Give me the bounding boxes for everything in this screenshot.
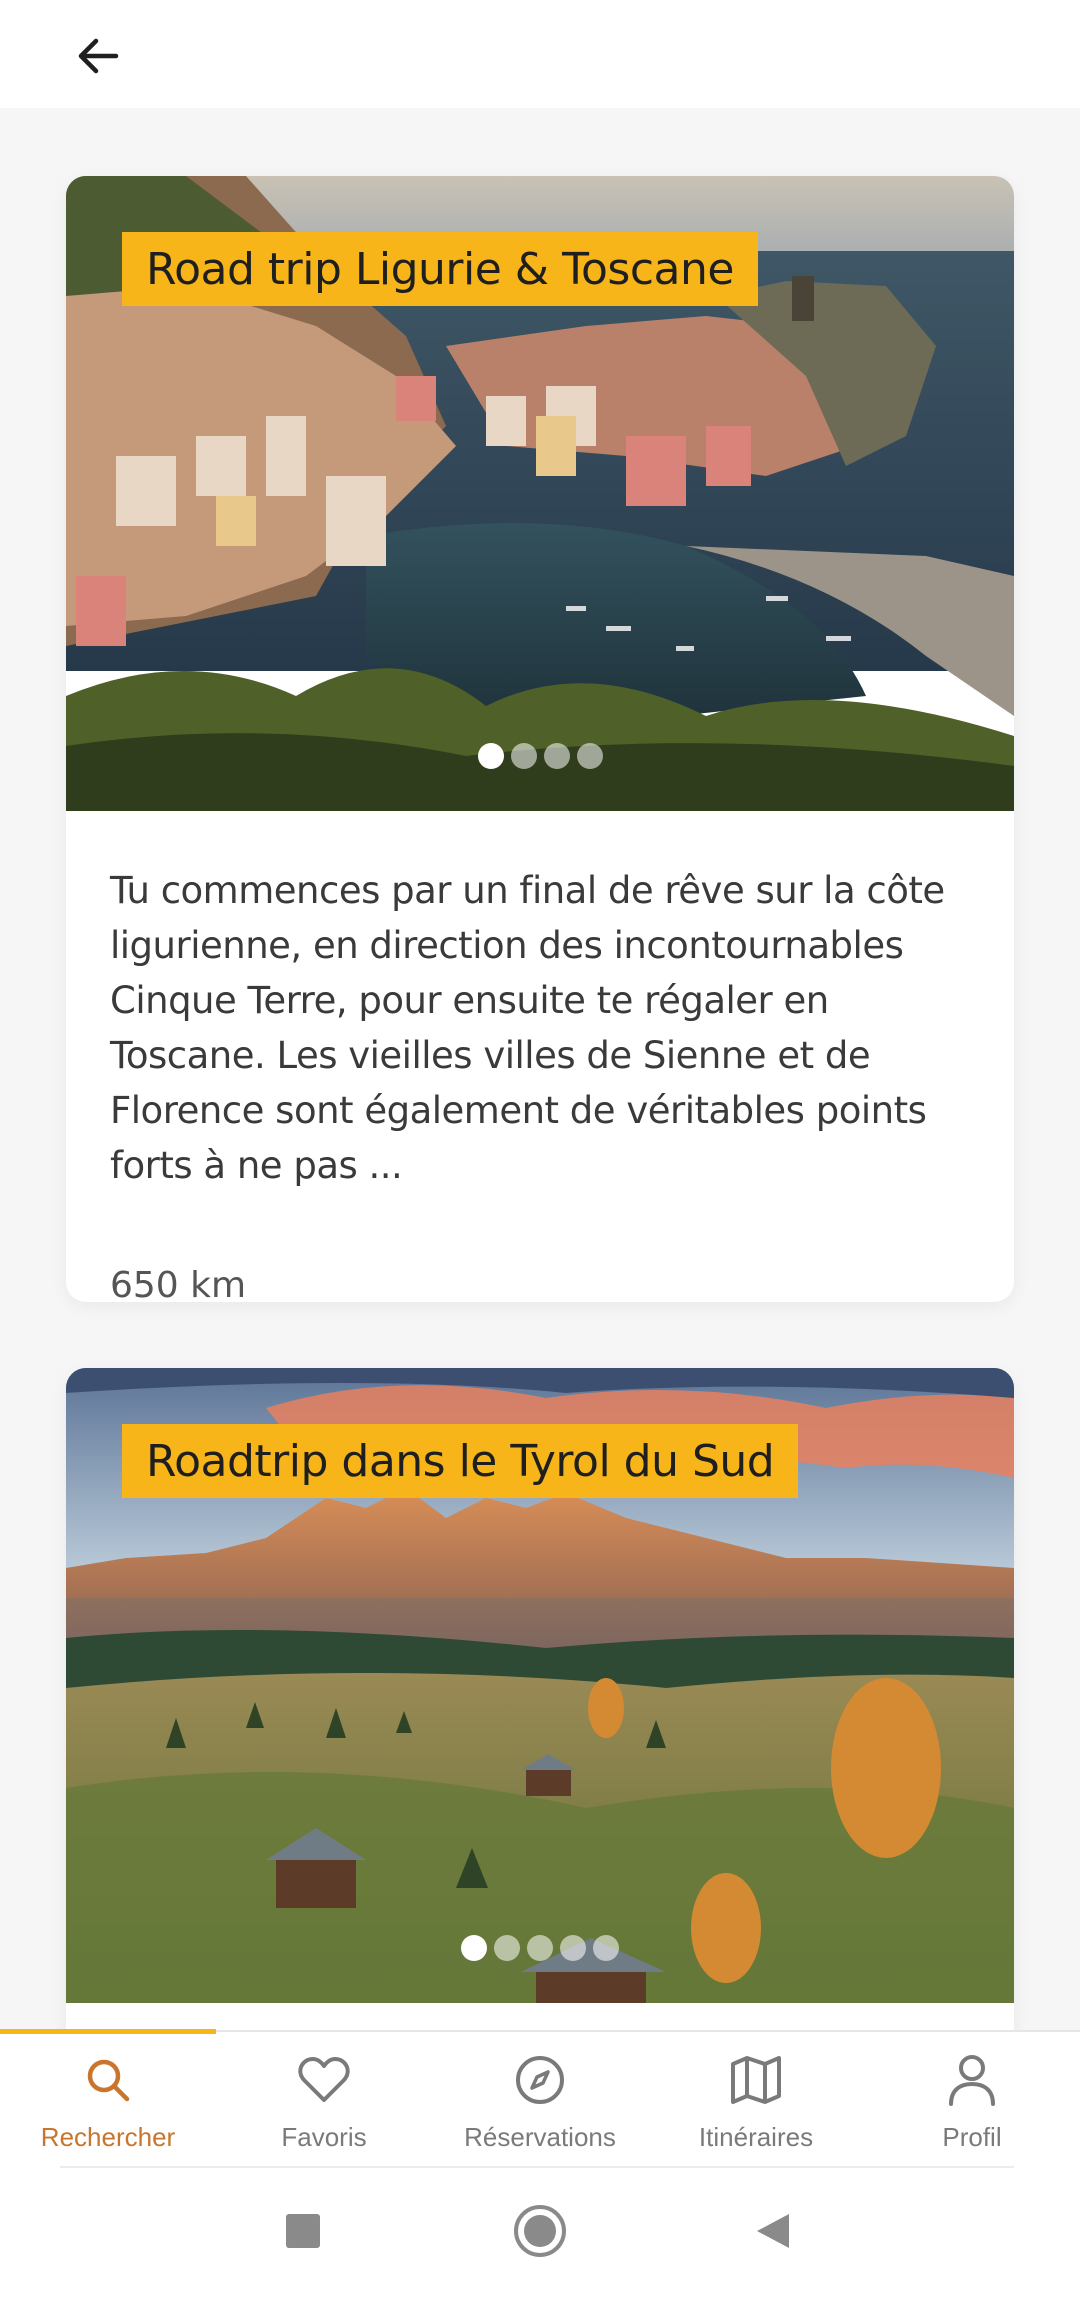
nav-item-itineraires[interactable]: Itinéraires [648,2052,864,2162]
card-image-carousel[interactable]: Roadtrip dans le Tyrol du Sud [66,1368,1014,2003]
carousel-dot[interactable] [560,1935,586,1961]
carousel-dot[interactable] [477,743,504,769]
home-button[interactable] [505,2196,575,2266]
nav-label: Rechercher [40,2122,176,2152]
heart-icon [296,2052,352,2108]
nav-label: Profil [942,2122,1002,2152]
compass-icon [512,2052,568,2108]
card-description: Tu commences par un final de rêve sur la… [110,869,945,1187]
carousel-dot[interactable] [527,1935,553,1961]
card-title: Roadtrip dans le Tyrol du Sud [122,1424,799,1498]
roadtrip-card[interactable]: Roadtrip dans le Tyrol du Sud [66,1368,1014,2030]
nav-item-reservations[interactable]: Réservations [432,2052,648,2162]
card-distance: 650 km [110,1265,247,1302]
search-icon [80,2052,136,2108]
recents-button[interactable] [268,2196,338,2266]
carousel-dot[interactable] [510,743,537,769]
carousel-dot[interactable] [494,1935,520,1961]
active-tab-indicator [0,2029,216,2034]
roadtrip-card[interactable]: Road trip Ligurie & Toscane Tu commences… [66,176,1014,1302]
card-title: Road trip Ligurie & Toscane [122,232,758,306]
nav-item-favoris[interactable]: Favoris [216,2052,432,2162]
carousel-dot[interactable] [593,1935,619,1961]
recents-icon [286,2214,320,2248]
back-nav-button[interactable] [738,2196,808,2266]
carousel-dot[interactable] [543,743,570,769]
carousel-dots [66,1935,1014,1961]
nav-label: Réservations [464,2122,616,2152]
map-icon [728,2052,784,2108]
top-bar [0,0,1080,108]
back-triangle-icon [757,2214,789,2248]
results-list: Road trip Ligurie & Toscane Tu commences… [0,108,1080,2030]
bottom-navigation: Rechercher Favoris Réservations Itinérai… [0,2029,1080,2168]
carousel-dot[interactable] [461,1935,487,1961]
carousel-dots [66,743,1014,769]
home-icon [514,2205,566,2257]
nav-label: Itinéraires [698,2122,814,2152]
system-navigation-bar [0,2168,1080,2297]
nav-label: Favoris [281,2122,367,2152]
card-image-carousel[interactable]: Road trip Ligurie & Toscane [66,176,1014,811]
nav-item-rechercher[interactable]: Rechercher [0,2052,216,2162]
carousel-dot[interactable] [576,743,603,769]
user-icon [944,2052,1000,2108]
card-body: Tu commences par un final de rêve sur la… [66,811,1014,1302]
arrow-left-icon [78,38,119,74]
back-button[interactable] [60,18,136,94]
nav-item-profil[interactable]: Profil [864,2052,1080,2162]
